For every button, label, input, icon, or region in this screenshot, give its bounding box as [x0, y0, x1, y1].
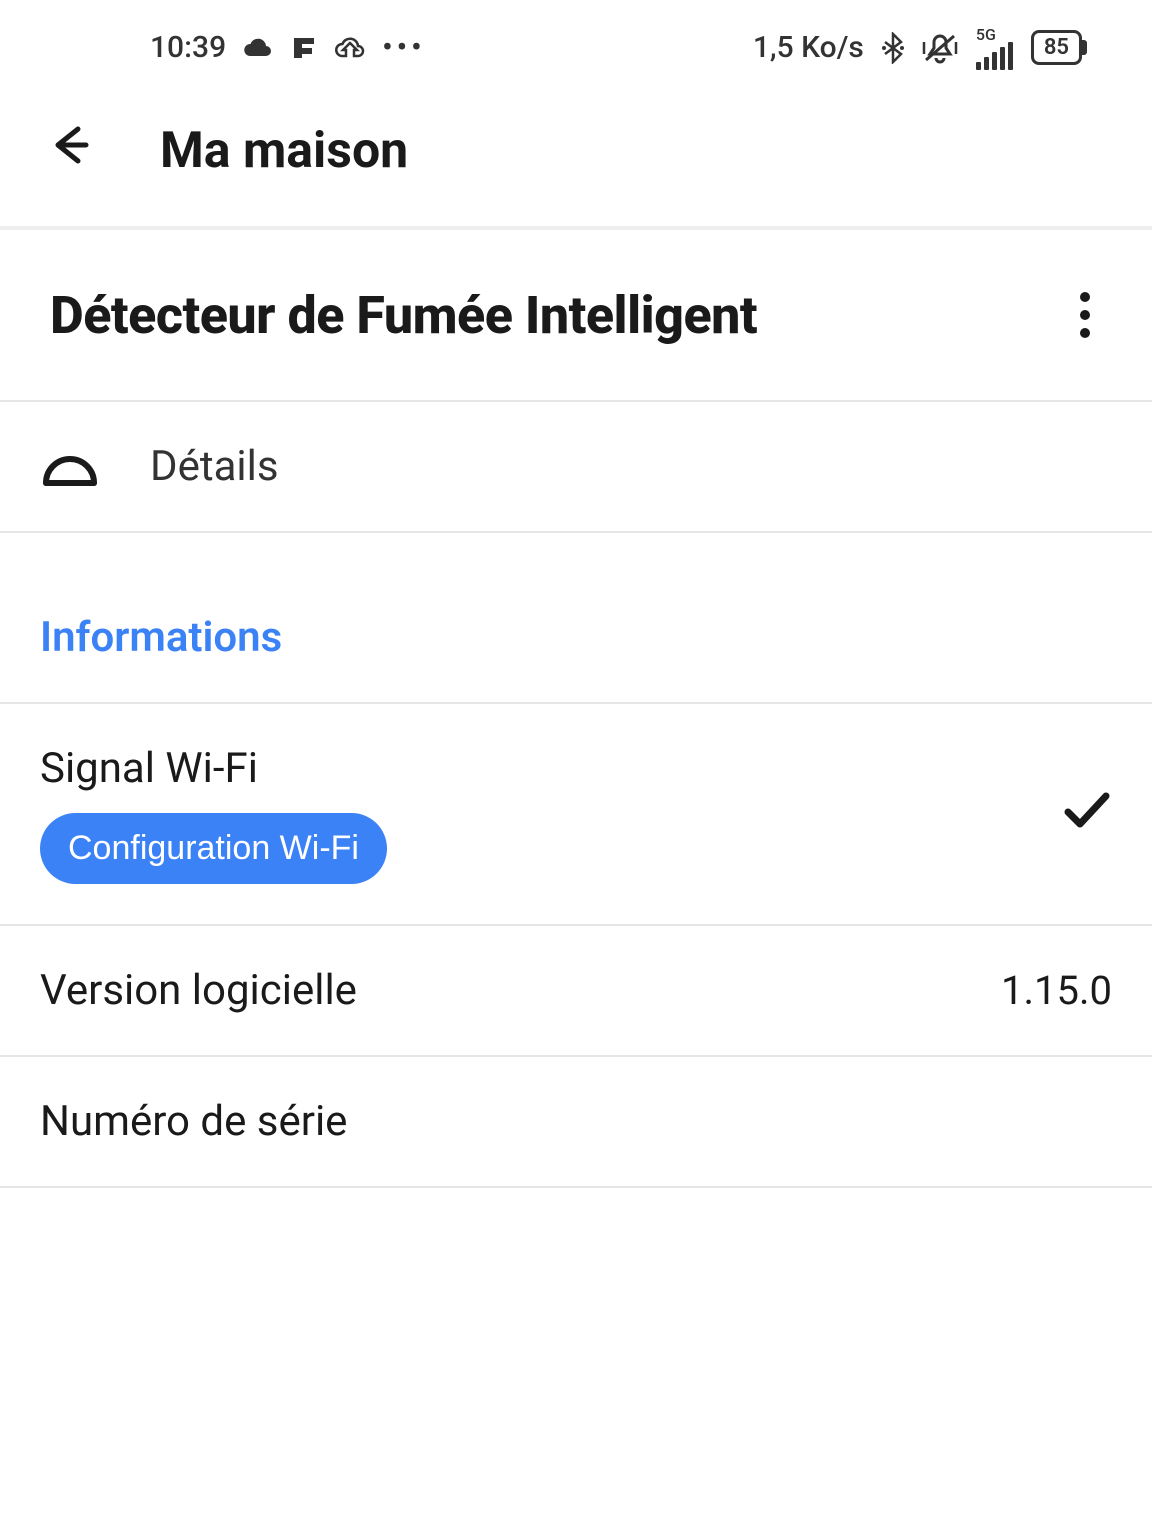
battery-level: 85 [1044, 35, 1069, 60]
tab-details[interactable]: Détails [0, 402, 1152, 533]
status-time: 10:39 [150, 30, 226, 65]
back-button[interactable] [40, 115, 100, 186]
nav-header: Ma maison [0, 95, 1152, 230]
wifi-label: Signal Wi-Fi [40, 744, 387, 793]
serial-label: Numéro de série [40, 1097, 347, 1146]
device-title: Détecteur de Fumée Intelligent [50, 285, 757, 346]
vibrate-mute-icon [922, 32, 958, 64]
software-label: Version logicielle [40, 966, 357, 1015]
nav-title: Ma maison [160, 122, 408, 180]
status-left: 10:39 ••• [150, 30, 426, 65]
checkmark-icon [1062, 785, 1112, 843]
more-notifications-icon: ••• [382, 30, 425, 65]
tab-label: Détails [150, 442, 279, 491]
row-software-version: Version logicielle 1.15.0 [0, 926, 1152, 1057]
status-right: 1,5 Ko/s 5G 85 [753, 25, 1082, 70]
bluetooth-icon [882, 32, 904, 64]
cloud-upload-icon [334, 34, 366, 62]
device-header: Détecteur de Fumée Intelligent [0, 230, 1152, 402]
signal-icon [976, 42, 1013, 70]
cloud-icon [242, 36, 274, 60]
wifi-config-button[interactable]: Configuration Wi-Fi [40, 813, 387, 884]
app-f-icon [290, 34, 318, 62]
battery-icon: 85 [1031, 30, 1082, 65]
section-informations: Informations [0, 533, 1152, 704]
gauge-icon [40, 447, 100, 487]
software-value: 1.15.0 [1001, 967, 1112, 1014]
row-serial-number: Numéro de série [0, 1057, 1152, 1188]
status-bar: 10:39 ••• 1,5 Ko/s 5G [0, 0, 1152, 95]
row-wifi: Signal Wi-Fi Configuration Wi-Fi [0, 704, 1152, 926]
more-menu-button[interactable] [1068, 280, 1102, 350]
data-rate: 1,5 Ko/s [753, 30, 864, 65]
